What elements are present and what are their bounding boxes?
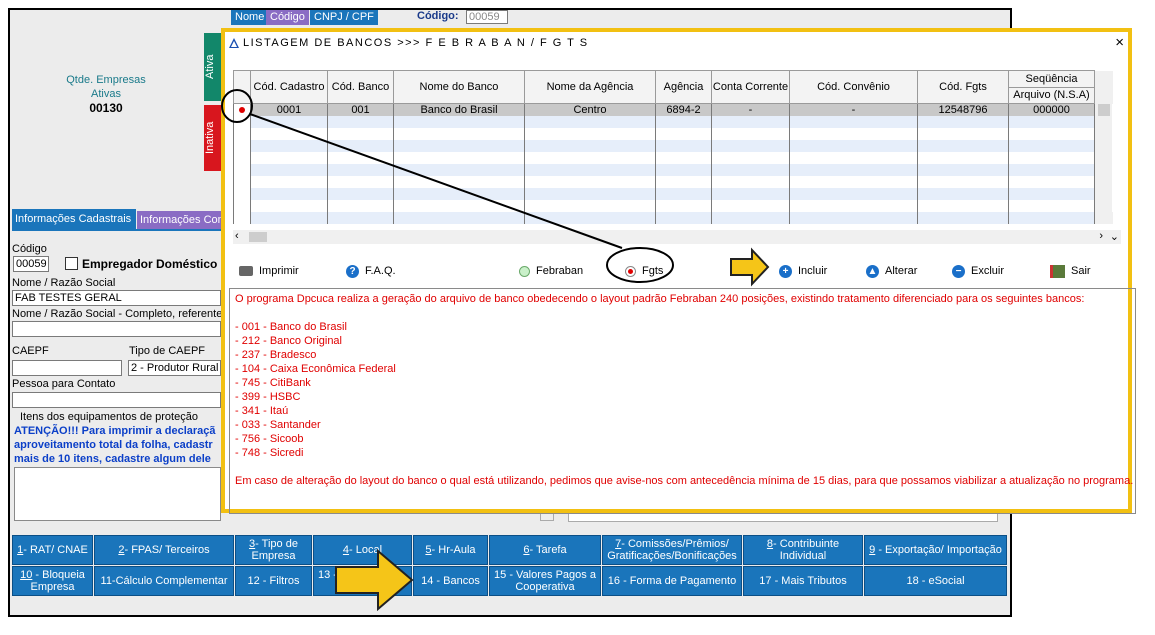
- connector-line: [249, 113, 623, 249]
- arrow-incluir-icon: [730, 247, 770, 287]
- highlight-circle-icon: [221, 89, 253, 123]
- annotation-overlay: [221, 89, 770, 287]
- highlight-ellipse-icon: [606, 247, 674, 283]
